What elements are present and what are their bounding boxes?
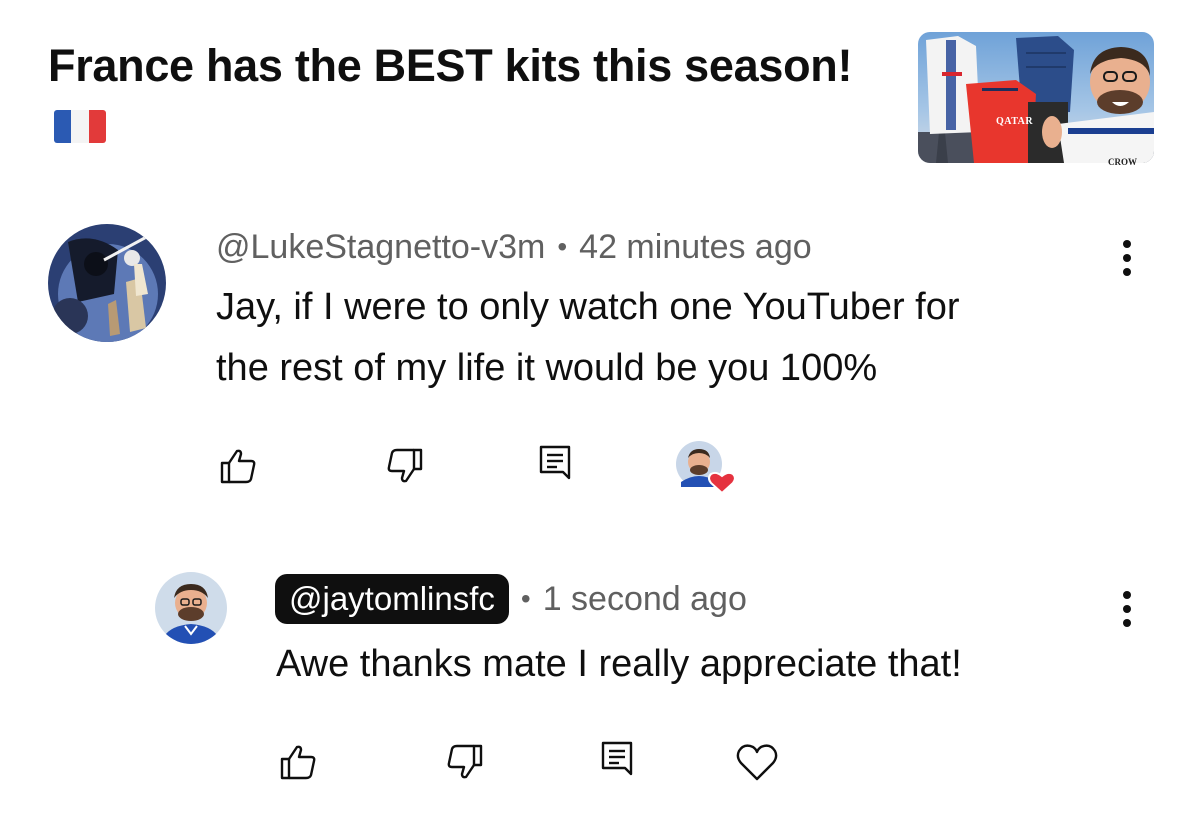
reply-comment-icon	[601, 741, 633, 776]
comment-text: Jay, if I were to only watch one YouTube…	[216, 277, 1116, 399]
reply-text: Awe thanks mate I really appreciate that…	[276, 643, 962, 685]
thumb-up-icon	[220, 449, 256, 484]
meta-separator: •	[557, 231, 568, 262]
meta-separator: •	[520, 583, 531, 614]
reply-like-button[interactable]	[276, 740, 320, 784]
thumb-down-icon	[447, 744, 483, 779]
creator-avatar-icon	[155, 572, 227, 644]
dislike-button[interactable]	[383, 444, 427, 488]
thumbnail-sponsor-text: QATAR	[996, 116, 1034, 127]
reply-time: 1 second ago	[542, 579, 747, 618]
comment-text-line: the rest of my life it would be you 100%	[216, 347, 878, 389]
video-title[interactable]: France has the BEST kits this season!	[48, 38, 898, 94]
star-wars-poster-avatar-icon	[48, 224, 166, 342]
heart-icon	[736, 744, 778, 781]
france-flag-icon	[54, 110, 106, 143]
reply-more-icon[interactable]	[1117, 589, 1137, 633]
creator-heart-icon	[676, 441, 736, 495]
comment-author[interactable]: @LukeStagnetto-v3m	[216, 228, 545, 267]
comment-more-icon[interactable]	[1117, 238, 1137, 282]
heart-button[interactable]	[735, 740, 779, 784]
reply-dislike-button[interactable]	[443, 740, 487, 784]
thumbnail-caption-text: CROW	[1108, 157, 1137, 167]
creator-heart-badge	[675, 440, 736, 496]
thumbnail-art	[918, 36, 1154, 163]
thumb-down-icon	[387, 448, 423, 483]
reply-button[interactable]	[533, 442, 577, 486]
reply-reply-button[interactable]	[595, 738, 639, 782]
video-thumbnail[interactable]	[918, 32, 1154, 163]
reply-author-chip[interactable]: @jaytomlinsfc	[275, 574, 509, 624]
like-button[interactable]	[216, 444, 260, 488]
comment-meta: @LukeStagnetto-v3m • 42 minutes ago	[216, 224, 812, 270]
reply-avatar[interactable]	[155, 572, 227, 644]
thumb-up-icon	[280, 745, 316, 780]
commenter-avatar[interactable]	[48, 224, 166, 342]
comment-text-line: Jay, if I were to only watch one YouTube…	[216, 286, 960, 328]
comment-time: 42 minutes ago	[579, 227, 812, 266]
reply-comment-icon	[539, 445, 571, 480]
reply-meta: @jaytomlinsfc • 1 second ago	[275, 573, 747, 625]
